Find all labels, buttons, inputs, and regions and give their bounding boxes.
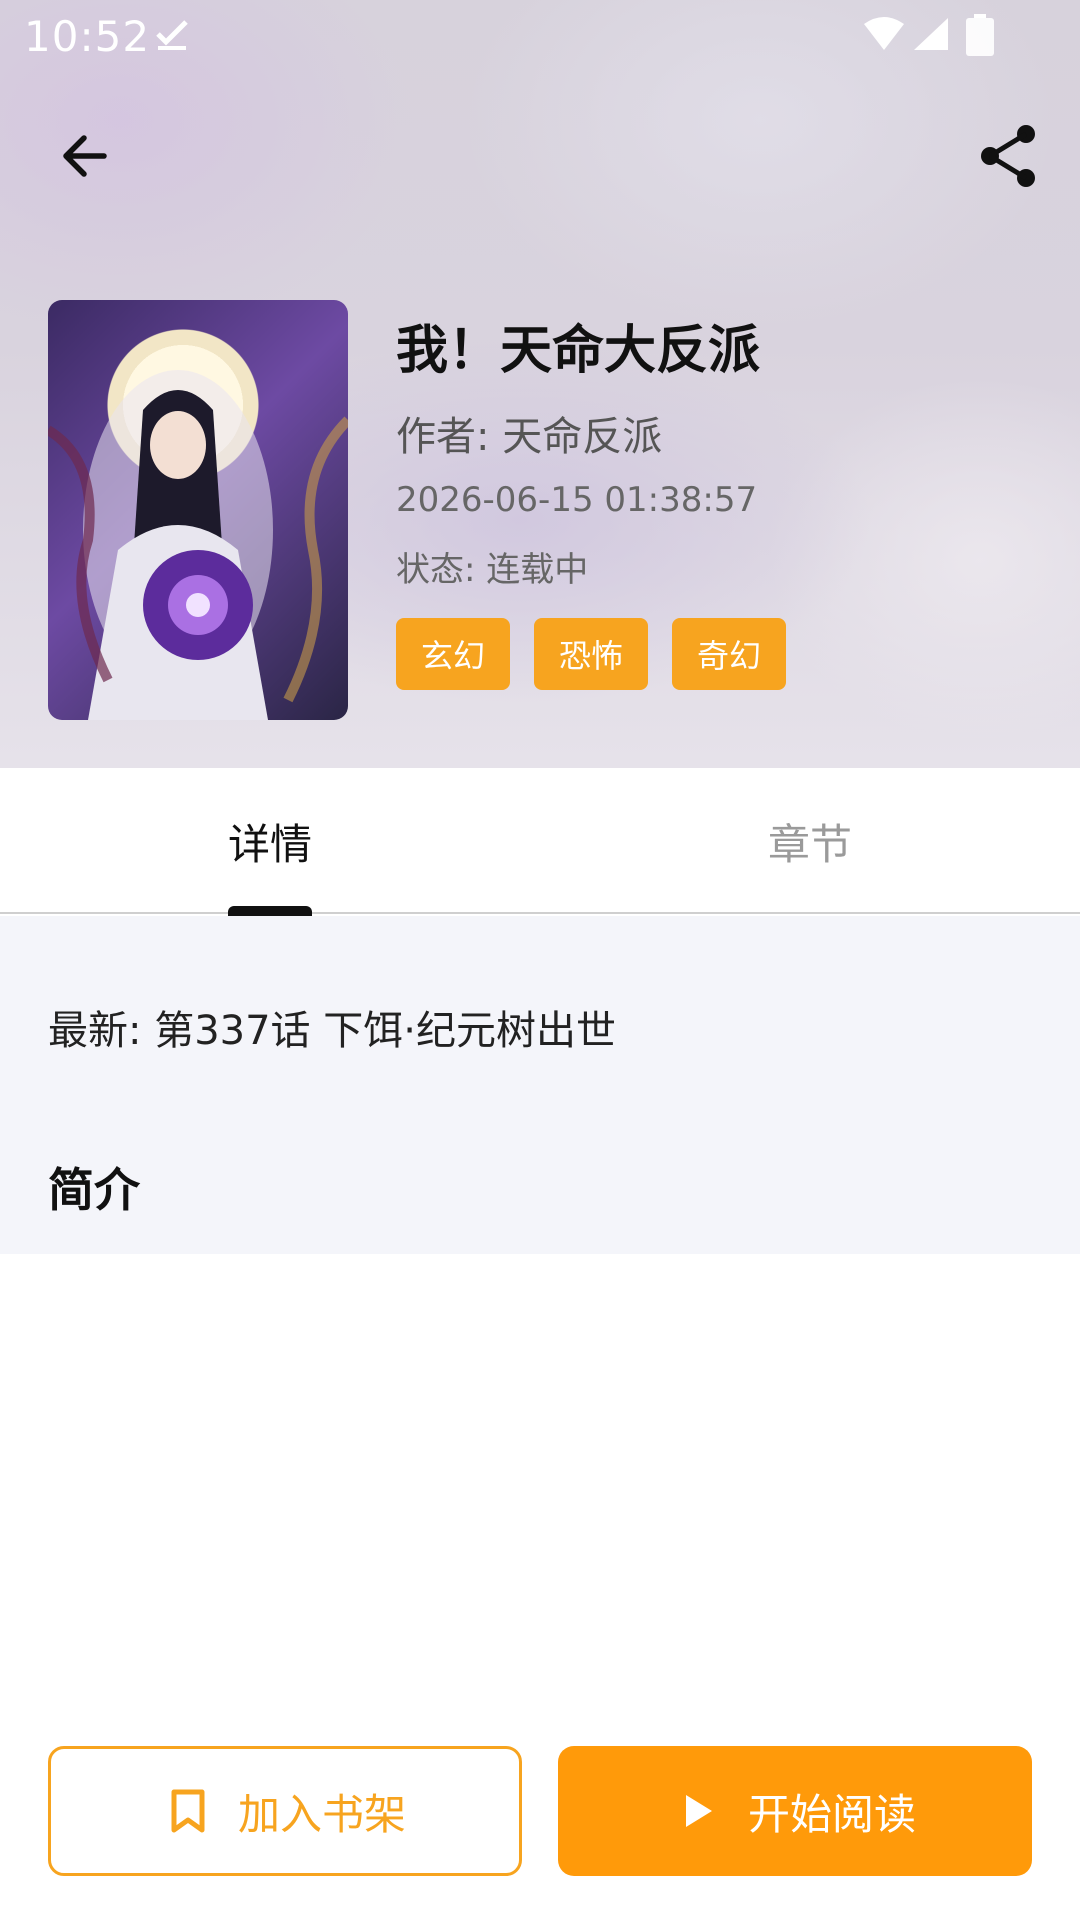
tag-list: 玄幻 恐怖 奇幻 [396, 618, 786, 690]
book-title: 我！天命大反派 [396, 321, 761, 381]
bookmark-icon [164, 1787, 212, 1835]
status-time: 10:52 [24, 12, 151, 61]
tag-chip[interactable]: 奇幻 [672, 618, 786, 690]
update-time: 2026-06-15 01:38:57 [396, 480, 758, 520]
tag-chip[interactable]: 玄幻 [396, 618, 510, 690]
cover-illustration [48, 370, 348, 720]
start-reading-button[interactable]: 开始阅读 [558, 1746, 1032, 1876]
book-header: 10:52 我！天命大反派 作者: 天命反派 2026-06-15 01:38:… [0, 0, 1080, 768]
battery-icon [966, 14, 994, 56]
status-bar: 10:52 [0, 0, 1080, 72]
tab-detail[interactable]: 详情 [0, 768, 540, 914]
tab-bar: 详情 章节 [0, 768, 1080, 914]
tag-chip[interactable]: 恐怖 [534, 618, 648, 690]
book-cover[interactable] [48, 300, 348, 720]
add-to-shelf-button[interactable]: 加入书架 [48, 1746, 522, 1876]
start-reading-label: 开始阅读 [747, 1789, 916, 1839]
latest-chapter[interactable]: 最新: 第337话 下饵·纪元树出世 [48, 998, 616, 1056]
share-button[interactable] [968, 116, 1048, 196]
book-author: 作者: 天命反派 [396, 414, 663, 460]
add-to-shelf-label: 加入书架 [237, 1789, 406, 1839]
back-button[interactable] [44, 116, 124, 196]
intro-heading: 简介 [48, 1163, 140, 1217]
arrow-left-icon [63, 135, 107, 177]
play-icon [674, 1787, 722, 1835]
download-done-icon [156, 20, 188, 50]
wifi-icon [864, 17, 904, 50]
book-status: 状态: 连载中 [396, 550, 589, 590]
tab-indicator [228, 906, 312, 916]
tab-chapters[interactable]: 章节 [540, 768, 1080, 914]
detail-panel: 最新: 第337话 下饵·纪元树出世 简介 [0, 916, 1080, 1254]
share-icon [981, 125, 1035, 187]
signal-icon [914, 18, 948, 50]
